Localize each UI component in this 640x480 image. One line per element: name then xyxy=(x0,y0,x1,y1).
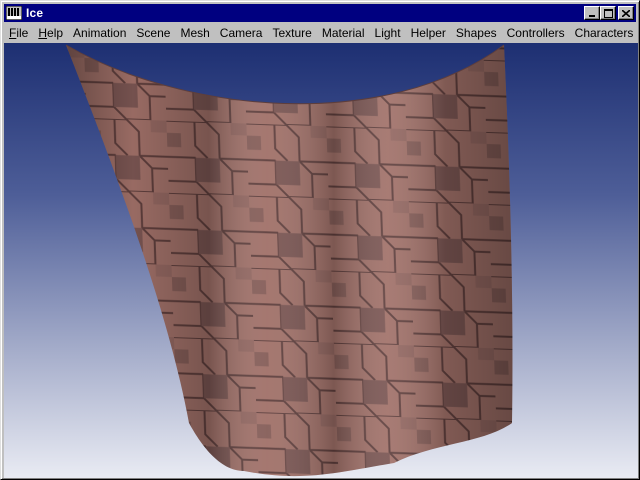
menu-camera[interactable]: Camera xyxy=(215,26,268,40)
close-button[interactable] xyxy=(618,6,634,20)
menu-characters[interactable]: Characters xyxy=(570,26,639,40)
maximize-button[interactable] xyxy=(600,6,616,20)
menu-material[interactable]: Material xyxy=(317,26,370,40)
menu-shapes[interactable]: Shapes xyxy=(451,26,502,40)
menu-texture[interactable]: Texture xyxy=(267,26,316,40)
menu-animation[interactable]: Animation xyxy=(68,26,131,40)
window-controls xyxy=(584,6,634,20)
menu-light[interactable]: Light xyxy=(370,26,406,40)
3d-viewport[interactable] xyxy=(4,43,638,478)
minimize-icon xyxy=(589,15,595,17)
menu-bar: File Help Animation Scene Mesh Camera Te… xyxy=(4,23,636,42)
maximize-icon xyxy=(603,8,613,18)
window-title: Ice xyxy=(26,6,44,20)
menu-helper[interactable]: Helper xyxy=(406,26,451,40)
menu-controllers[interactable]: Controllers xyxy=(502,26,570,40)
menu-mesh[interactable]: Mesh xyxy=(175,26,214,40)
cloth-mesh xyxy=(65,44,513,477)
title-bar[interactable]: Ice xyxy=(4,4,636,22)
close-icon xyxy=(622,9,630,17)
menu-help[interactable]: Help xyxy=(33,26,68,40)
menu-scene[interactable]: Scene xyxy=(131,26,175,40)
app-window: Ice File Help Animation Scene Mesh Camer… xyxy=(0,0,640,480)
menu-file[interactable]: File xyxy=(4,26,33,40)
minimize-button[interactable] xyxy=(584,6,600,20)
ice-app-icon xyxy=(6,6,22,20)
